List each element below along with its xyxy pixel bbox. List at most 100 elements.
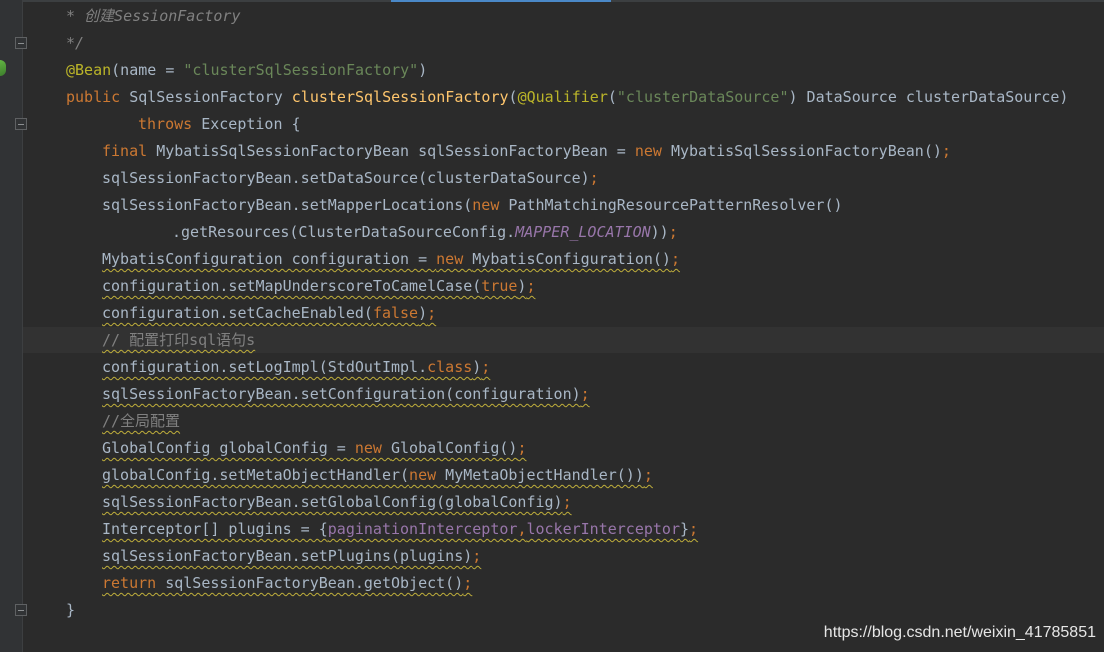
code-token: configuration.setMapUnderscoreToCamelCas… xyxy=(102,277,482,295)
code-token: .getResources(ClusterDataSourceConfig. xyxy=(172,223,516,241)
code-token: GlobalConfig globalConfig = xyxy=(102,439,355,457)
code-token: @Qualifier xyxy=(517,88,608,106)
code-line[interactable]: @Bean(name = "clusterSqlSessionFactory") xyxy=(30,57,1104,84)
code-token: new xyxy=(436,250,473,268)
code-token: GlobalConfig() xyxy=(391,439,518,457)
code-line[interactable]: } xyxy=(30,597,1104,624)
code-token: MybatisConfiguration() xyxy=(472,250,671,268)
code-editor[interactable]: * 创建SessionFactory */ @Bean(name = "cluste… xyxy=(30,3,1104,624)
code-token: MybatisSqlSessionFactoryBean() xyxy=(670,142,942,160)
code-token: } xyxy=(66,601,76,619)
code-token: globalConfig.setMetaObjectHandler( xyxy=(102,466,410,484)
code-token: ) DataSource clusterDataSource) xyxy=(788,88,1069,106)
code-line[interactable]: return sqlSessionFactoryBean.getObject()… xyxy=(30,570,1104,597)
code-token: ) xyxy=(472,358,482,376)
code-line[interactable]: configuration.setMapUnderscoreToCamelCas… xyxy=(30,273,1104,300)
fold-icon[interactable] xyxy=(15,604,27,616)
watermark: https://blog.csdn.net/weixin_41785851 xyxy=(823,624,1096,641)
code-token: new xyxy=(354,439,391,457)
code-line[interactable]: Interceptor[] plugins = {paginationInter… xyxy=(30,516,1104,543)
gutter-divider xyxy=(22,0,23,652)
code-token: sqlSessionFactoryBean.setConfiguration(c… xyxy=(102,385,581,403)
code-line[interactable]: //全局配置 xyxy=(30,408,1104,435)
code-token: */ xyxy=(66,34,85,52)
code-line[interactable]: sqlSessionFactoryBean.setMapperLocations… xyxy=(30,192,1104,219)
code-line[interactable]: public SqlSessionFactory clusterSqlSessi… xyxy=(30,84,1104,111)
code-token: ; xyxy=(668,223,678,241)
code-token: ; xyxy=(670,250,680,268)
code-token: sqlSessionFactoryBean.setGlobalConfig(gl… xyxy=(102,493,563,511)
code-token: ) xyxy=(418,61,428,79)
code-line[interactable]: globalConfig.setMetaObjectHandler(new My… xyxy=(30,462,1104,489)
fold-icon[interactable] xyxy=(15,118,27,130)
code-line[interactable]: */ xyxy=(30,30,1104,57)
code-token: ; xyxy=(689,520,699,538)
code-token: * 创建SessionFactory xyxy=(66,7,241,25)
code-token: @Bean xyxy=(66,61,112,79)
code-token: ) xyxy=(418,304,428,322)
code-line[interactable]: * 创建SessionFactory xyxy=(30,3,1104,30)
code-token: MybatisSqlSessionFactoryBean sqlSessionF… xyxy=(156,142,635,160)
code-token: } xyxy=(680,520,690,538)
code-line[interactable]: final MybatisSqlSessionFactoryBean sqlSe… xyxy=(30,138,1104,165)
code-token: public xyxy=(66,88,130,106)
code-token: SqlSessionFactory xyxy=(129,88,292,106)
code-token: new xyxy=(409,466,446,484)
code-token: ; xyxy=(427,304,437,322)
code-token: configuration.setLogImpl(StdOutImpl. xyxy=(102,358,428,376)
code-token: // 配置打印sql语句s xyxy=(102,331,256,349)
code-token: (name = xyxy=(111,61,184,79)
code-line[interactable]: throws Exception { xyxy=(30,111,1104,138)
code-token: ; xyxy=(643,466,653,484)
fold-icon[interactable] xyxy=(15,37,27,49)
code-line[interactable]: sqlSessionFactoryBean.setDataSource(clus… xyxy=(30,165,1104,192)
code-token: Exception { xyxy=(201,115,301,133)
code-token: return xyxy=(102,574,166,592)
code-line[interactable]: configuration.setCacheEnabled(false); xyxy=(30,300,1104,327)
code-token: true xyxy=(481,277,518,295)
code-token: ; xyxy=(481,358,491,376)
code-token: )) xyxy=(650,223,669,241)
code-token: ; xyxy=(526,277,536,295)
editor-gutter[interactable] xyxy=(0,0,22,652)
code-line[interactable]: // 配置打印sql语句s xyxy=(30,327,1104,354)
code-token: "clusterSqlSessionFactory" xyxy=(183,61,419,79)
code-line[interactable]: sqlSessionFactoryBean.setGlobalConfig(gl… xyxy=(30,489,1104,516)
active-tab-indicator[interactable] xyxy=(391,0,611,2)
code-token: ; xyxy=(472,547,482,565)
code-token: sqlSessionFactoryBean.setPlugins(plugins… xyxy=(102,547,473,565)
code-token: class xyxy=(427,358,473,376)
code-line[interactable]: .getResources(ClusterDataSourceConfig.MA… xyxy=(30,219,1104,246)
code-token: ; xyxy=(463,574,473,592)
code-token: Interceptor[] plugins = { xyxy=(102,520,328,538)
code-token: final xyxy=(102,142,157,160)
code-token: MyMetaObjectHandler()) xyxy=(445,466,644,484)
code-token: MybatisConfiguration configuration = xyxy=(102,250,437,268)
code-token: //全局配置 xyxy=(102,412,181,430)
code-line[interactable]: configuration.setLogImpl(StdOutImpl.clas… xyxy=(30,354,1104,381)
code-token: new xyxy=(472,196,509,214)
code-token: ; xyxy=(517,439,527,457)
code-token: "clusterDataSource" xyxy=(616,88,789,106)
code-line[interactable]: sqlSessionFactoryBean.setPlugins(plugins… xyxy=(30,543,1104,570)
code-token: configuration.setCacheEnabled( xyxy=(102,304,373,322)
code-token: sqlSessionFactoryBean.setDataSource(clus… xyxy=(102,169,590,187)
code-token: new xyxy=(634,142,671,160)
code-token: ; xyxy=(562,493,572,511)
code-token: throws xyxy=(138,115,202,133)
code-token: ( xyxy=(508,88,518,106)
code-token: ; xyxy=(941,142,951,160)
code-token: paginationInterceptor xyxy=(327,520,518,538)
code-line[interactable]: GlobalConfig globalConfig = new GlobalCo… xyxy=(30,435,1104,462)
code-token: false xyxy=(372,304,419,322)
code-token: ; xyxy=(589,169,599,187)
code-token: sqlSessionFactoryBean.getObject() xyxy=(165,574,464,592)
code-token: ; xyxy=(580,385,590,403)
code-line[interactable]: MybatisConfiguration configuration = new… xyxy=(30,246,1104,273)
code-token: MAPPER_LOCATION xyxy=(515,223,651,241)
code-token: lockerInterceptor xyxy=(526,520,680,538)
code-token: ( xyxy=(607,88,617,106)
code-token: sqlSessionFactoryBean.setMapperLocations… xyxy=(102,196,473,214)
code-line[interactable]: sqlSessionFactoryBean.setConfiguration(c… xyxy=(30,381,1104,408)
code-token: clusterSqlSessionFactory xyxy=(291,88,509,106)
